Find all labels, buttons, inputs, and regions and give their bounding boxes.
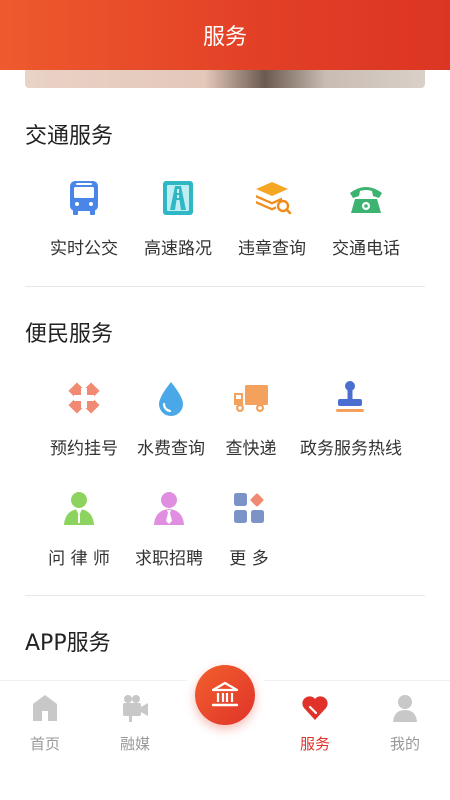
traffic-section-title: 交通服务 <box>25 124 114 149</box>
app-section-title: APP服务 <box>25 631 111 656</box>
service-item-label: 违章查询 <box>238 239 306 259</box>
home-icon <box>33 695 57 721</box>
telephone-icon <box>350 187 382 213</box>
hospital-icon <box>68 382 100 414</box>
user-icon <box>393 695 417 722</box>
tab-label: 我的 <box>389 735 420 753</box>
service-item-label: 更 多 <box>229 549 269 569</box>
service-item-label: 政务服务热线 <box>300 439 402 459</box>
service-item-label: 预约挂号 <box>50 439 118 459</box>
tab-label: 首页 <box>29 735 60 753</box>
page-title: 服务 <box>202 25 247 50</box>
section-divider <box>25 286 425 287</box>
service-item-ask-lawyer[interactable]: 问 律 师 <box>29 488 129 569</box>
water-drop-icon <box>159 382 183 416</box>
government-building-icon <box>211 681 239 707</box>
service-item-government-hotline[interactable]: 政务服务热线 <box>300 378 402 459</box>
section-divider <box>25 595 425 596</box>
delivery-truck-icon <box>234 385 268 412</box>
page-header: 服务 <box>0 0 450 70</box>
lawyer-icon <box>64 492 94 525</box>
highway-icon <box>163 181 193 215</box>
tab-media[interactable]: 融媒 <box>90 693 180 754</box>
tab-label: 服务 <box>299 735 330 753</box>
service-item-label: 高速路况 <box>144 239 212 259</box>
service-item-express[interactable]: 查快递 <box>201 378 301 459</box>
bus-icon <box>70 181 98 215</box>
service-item-highway[interactable]: 高速路况 <box>128 178 228 259</box>
tab-service[interactable]: 服务 <box>270 693 360 754</box>
service-item-traffic-phone[interactable]: 交通电话 <box>316 178 416 259</box>
service-item-more[interactable]: 更 多 <box>199 488 299 569</box>
tab-home[interactable]: 首页 <box>0 693 90 754</box>
media-camera-icon <box>123 695 148 722</box>
tab-mine[interactable]: 我的 <box>360 693 450 754</box>
center-home-button[interactable] <box>195 665 255 725</box>
service-item-realtime-bus[interactable]: 实时公交 <box>34 178 134 259</box>
banner-image[interactable] <box>25 70 425 88</box>
violation-search-icon <box>256 182 292 215</box>
civil-section-title: 便民服务 <box>25 322 114 347</box>
service-item-label: 实时公交 <box>50 239 118 259</box>
tab-label: 融媒 <box>119 735 150 753</box>
service-item-appointment[interactable]: 预约挂号 <box>34 378 134 459</box>
government-stamp-icon <box>336 381 364 412</box>
job-person-icon <box>154 492 184 525</box>
more-grid-icon <box>234 493 264 523</box>
heart-icon <box>302 696 328 720</box>
service-item-violation-query[interactable]: 违章查询 <box>222 178 322 259</box>
service-item-label: 查快递 <box>225 439 277 459</box>
service-item-label: 交通电话 <box>332 239 400 259</box>
service-item-label: 问 律 师 <box>48 549 110 569</box>
